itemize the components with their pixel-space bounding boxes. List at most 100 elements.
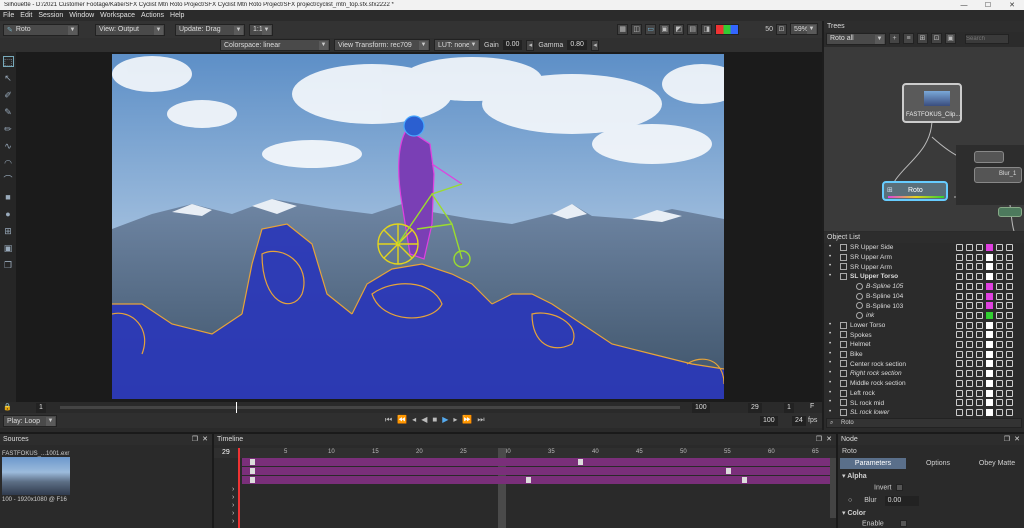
motion-blur-icon[interactable] bbox=[976, 360, 983, 368]
motion-blur-icon[interactable] bbox=[976, 399, 983, 407]
visibility-dot-icon[interactable]: • bbox=[829, 254, 836, 261]
overlay-icon[interactable]: ◫ bbox=[631, 23, 643, 35]
blend-mode-icon[interactable] bbox=[956, 263, 963, 271]
lock-icon[interactable] bbox=[996, 244, 1003, 251]
expand-icon[interactable] bbox=[840, 350, 847, 358]
blend-mode-icon[interactable] bbox=[956, 408, 963, 416]
lock-icon[interactable] bbox=[996, 379, 1003, 387]
keyframe-marker[interactable] bbox=[250, 468, 255, 474]
source-item[interactable]: FASTFOKUS_...1001.exr 100 - 1920x1080 @ … bbox=[2, 448, 82, 508]
color-section[interactable]: ▾ Color bbox=[842, 509, 866, 517]
bezier-tool-icon[interactable]: ✎ bbox=[3, 107, 14, 118]
object-list-item[interactable]: • Lower Torso bbox=[824, 321, 1024, 331]
expand-icon[interactable] bbox=[840, 263, 847, 271]
visibility-dot-icon[interactable] bbox=[829, 293, 836, 300]
motion-blur-icon[interactable] bbox=[976, 253, 983, 261]
lock-icon[interactable] bbox=[996, 389, 1003, 397]
visibility-dot-icon[interactable]: • bbox=[829, 273, 836, 280]
motion-blur-icon[interactable] bbox=[976, 302, 983, 310]
lock-icon[interactable]: ▣ bbox=[659, 23, 671, 35]
invert-checkbox[interactable] bbox=[896, 484, 904, 491]
node-select[interactable]: ✎ Roto ▼ bbox=[3, 23, 79, 36]
visibility-dot-icon[interactable]: • bbox=[829, 370, 836, 377]
step-forward-key-icon[interactable]: ⏩ bbox=[462, 415, 472, 425]
color-swatch-icon[interactable] bbox=[986, 341, 993, 348]
keyframe-track-2[interactable] bbox=[242, 467, 832, 475]
stop-icon[interactable]: ■ bbox=[432, 415, 437, 425]
blur-node[interactable]: Blur_1 bbox=[974, 167, 1022, 183]
visibility-dot-icon[interactable]: • bbox=[829, 360, 836, 367]
fps-field[interactable]: 24 bbox=[792, 416, 806, 426]
object-list-item[interactable]: B-Spline 104 bbox=[824, 292, 1024, 302]
lock-icon[interactable] bbox=[996, 370, 1003, 378]
object-list-item[interactable]: • SR Upper Arm bbox=[824, 262, 1024, 272]
outline-icon[interactable] bbox=[1006, 370, 1013, 378]
color-swatch-icon[interactable] bbox=[986, 244, 993, 251]
tab-options[interactable]: Options bbox=[906, 458, 970, 469]
lock-icon[interactable] bbox=[996, 341, 1003, 348]
tree-search-input[interactable] bbox=[965, 33, 1009, 44]
go-to-end-icon[interactable]: ⏭ bbox=[477, 415, 484, 425]
object-list-item[interactable]: • SL Upper Torso bbox=[824, 272, 1024, 282]
object-list-item[interactable]: • Middle rock section bbox=[824, 379, 1024, 389]
outline-icon[interactable] bbox=[1006, 244, 1013, 251]
shape-icon[interactable] bbox=[856, 292, 863, 300]
float-panel-icon[interactable]: ❐ bbox=[816, 434, 822, 445]
blend-mode-icon[interactable] bbox=[956, 350, 963, 358]
time-slider[interactable] bbox=[60, 406, 680, 409]
xspline-tool-icon[interactable]: ✏ bbox=[3, 124, 14, 135]
compare-icon[interactable]: ◨ bbox=[701, 23, 713, 35]
outline-icon[interactable] bbox=[1006, 389, 1013, 397]
outline-icon[interactable] bbox=[1006, 253, 1013, 261]
color-swatch-icon[interactable] bbox=[986, 273, 993, 281]
invert-icon[interactable] bbox=[966, 273, 973, 281]
keyframe-marker[interactable] bbox=[578, 459, 583, 465]
alpha-icon[interactable]: ▤ bbox=[687, 23, 699, 35]
step-field[interactable]: 1 bbox=[784, 403, 794, 413]
object-list-search[interactable]: ⌕ Roto bbox=[826, 418, 1022, 428]
menu-actions[interactable]: Actions bbox=[141, 12, 164, 19]
tree-layout-icon[interactable]: ⊞ bbox=[917, 33, 928, 44]
lock-icon[interactable] bbox=[996, 360, 1003, 368]
expand-icon[interactable] bbox=[840, 360, 847, 368]
current-frame-field[interactable]: 29 bbox=[748, 403, 762, 413]
tab-obey-matte[interactable]: Obey Matte bbox=[970, 458, 1024, 469]
range-end-field[interactable]: 100 bbox=[692, 403, 710, 413]
visibility-dot-icon[interactable]: • bbox=[829, 351, 836, 358]
play-icon[interactable]: ▶ bbox=[442, 415, 448, 425]
object-list-item[interactable]: ink bbox=[824, 311, 1024, 321]
object-list-item[interactable]: B-Spline 103 bbox=[824, 301, 1024, 311]
timeline-playhead[interactable] bbox=[238, 448, 240, 528]
lock-icon[interactable] bbox=[996, 399, 1003, 407]
visibility-dot-icon[interactable]: • bbox=[829, 399, 836, 406]
menu-file[interactable]: File bbox=[3, 12, 14, 19]
color-swatch-icon[interactable] bbox=[986, 370, 993, 378]
lut-select[interactable]: LUT: none ▼ bbox=[434, 39, 480, 51]
visibility-dot-icon[interactable] bbox=[829, 302, 836, 309]
color-swatch-icon[interactable] bbox=[986, 331, 993, 339]
motion-blur-icon[interactable] bbox=[976, 321, 983, 329]
range-end-field[interactable]: 100 bbox=[760, 416, 778, 426]
animate-icon[interactable]: ○ bbox=[848, 497, 852, 504]
step-forward-icon[interactable]: ▸ bbox=[453, 415, 457, 425]
visibility-dot-icon[interactable]: • bbox=[829, 322, 836, 329]
invert-icon[interactable] bbox=[966, 244, 973, 251]
lock-icon[interactable] bbox=[996, 321, 1003, 329]
expand-icon[interactable] bbox=[840, 253, 847, 261]
fit-icon[interactable]: ⊡ bbox=[776, 23, 787, 35]
outline-icon[interactable] bbox=[1006, 408, 1013, 416]
motion-blur-icon[interactable] bbox=[976, 379, 983, 387]
motion-blur-icon[interactable] bbox=[976, 370, 983, 378]
tracker-tool-icon[interactable]: ▣ bbox=[3, 243, 14, 254]
tab-parameters[interactable]: Parameters bbox=[840, 458, 906, 469]
lock-icon[interactable] bbox=[996, 350, 1003, 358]
motion-blur-icon[interactable] bbox=[976, 292, 983, 300]
shape-icon[interactable] bbox=[856, 282, 863, 290]
end-marker[interactable]: F bbox=[810, 403, 814, 410]
expand-icon[interactable] bbox=[840, 341, 847, 348]
object-list-item[interactable]: • Helmet bbox=[824, 340, 1024, 350]
outline-icon[interactable] bbox=[1006, 311, 1013, 319]
motion-blur-icon[interactable] bbox=[976, 331, 983, 339]
motion-blur-icon[interactable] bbox=[976, 244, 983, 251]
object-list-item[interactable]: • Spokes bbox=[824, 330, 1024, 340]
